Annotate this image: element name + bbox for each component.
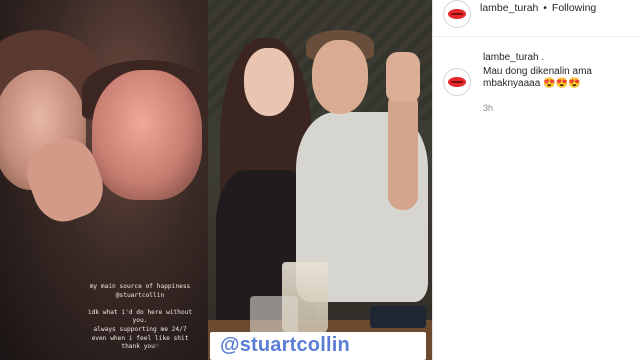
story-caption-line: even when i feel like shit bbox=[91, 334, 189, 342]
story-caption: my main source of happiness @stuartcolli… bbox=[70, 283, 208, 352]
story-caption-line: my main source of happiness bbox=[89, 283, 191, 290]
post-photo: @stuartcollin bbox=[208, 0, 432, 360]
story-face-right bbox=[92, 70, 202, 200]
story-caption-line: idk what i'd do here without bbox=[87, 308, 193, 316]
header-separator: • bbox=[543, 2, 547, 14]
comment-timestamp[interactable]: 3h bbox=[483, 103, 493, 113]
story-caption-line: thank you♡ bbox=[121, 343, 159, 351]
story-caption-line bbox=[70, 300, 208, 309]
red-lips-logo-icon bbox=[448, 9, 466, 19]
photo-peace-sign bbox=[386, 52, 420, 102]
story-caption-line: always supporting me 24/7 bbox=[93, 325, 187, 333]
follow-status-button[interactable]: Following bbox=[552, 2, 596, 14]
comment-avatar[interactable] bbox=[443, 68, 471, 96]
header-username-row: lambe_turah • Following bbox=[480, 2, 596, 14]
comment-username[interactable]: lambe_turah . bbox=[483, 52, 544, 63]
avatar[interactable] bbox=[443, 0, 471, 28]
photo-phone-on-table bbox=[370, 306, 426, 328]
photo-man-arm bbox=[388, 90, 418, 210]
story-photo: my main source of happiness @stuartcolli… bbox=[0, 0, 208, 360]
photo-woman-face bbox=[244, 48, 294, 116]
red-lips-logo-icon bbox=[448, 77, 466, 87]
photo-man-face bbox=[312, 40, 368, 114]
header-username[interactable]: lambe_turah bbox=[480, 2, 538, 14]
post-header: lambe_turah • Following bbox=[433, 0, 640, 37]
comment-text: Mau dong dikenalin ama mbaknyaaaa 😍😍😍 bbox=[483, 66, 592, 89]
story-caption-mention: @stuartcollin bbox=[115, 291, 165, 299]
mention-tag-text[interactable]: @stuartcollin bbox=[220, 334, 350, 357]
instagram-side-panel: lambe_turah • Following lambe_turah . Ma… bbox=[432, 0, 640, 360]
story-caption-line: you. bbox=[132, 317, 148, 325]
